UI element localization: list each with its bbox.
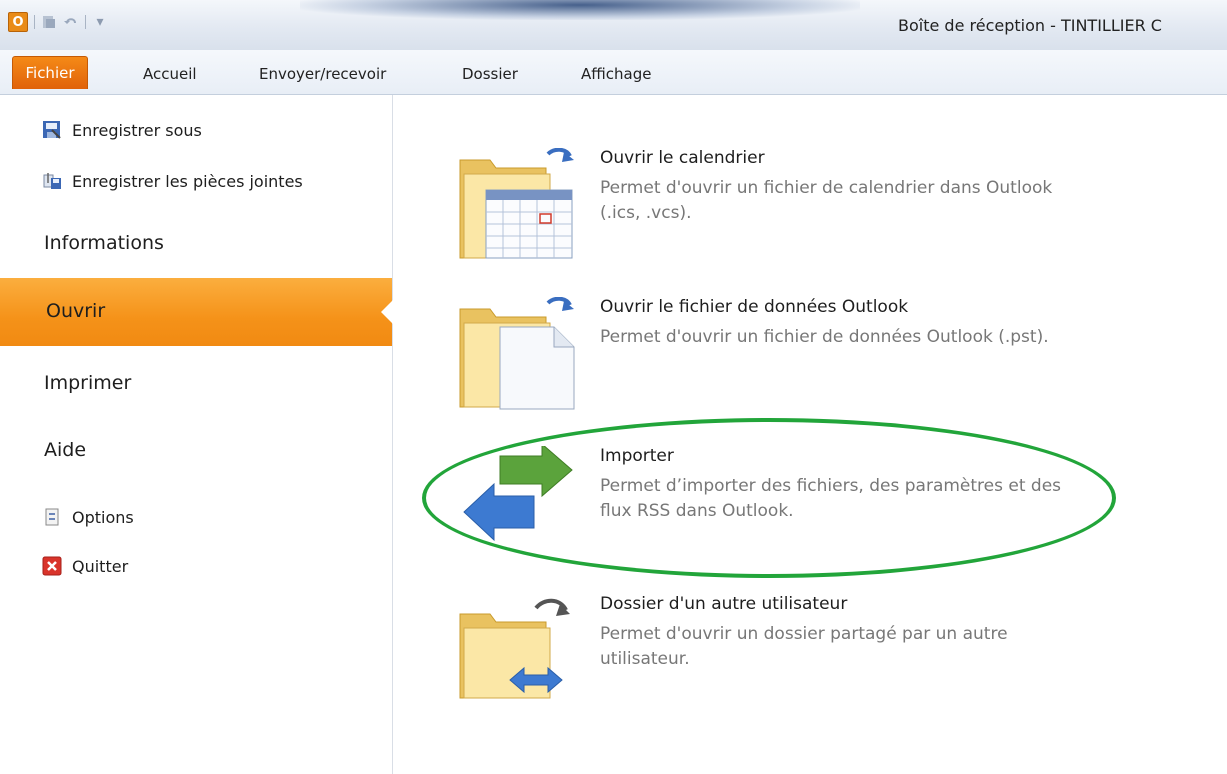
ribbon-tabs: Fichier Accueil Envoyer/recevoir Dossier… [0, 50, 1227, 95]
tab-affichage[interactable]: Affichage [577, 60, 655, 88]
save-attachments-label: Enregistrer les pièces jointes [72, 171, 303, 191]
tab-fichier[interactable]: Fichier [12, 56, 88, 89]
title-bar: O ▾ Boîte de réception - TINTILLIER C [0, 0, 1227, 50]
options-icon [42, 507, 62, 527]
customize-toolbar-icon[interactable]: ▾ [92, 14, 108, 30]
open-data-file-title: Ouvrir le fichier de données Outlook [600, 297, 909, 317]
other-user-folder-option[interactable]: Dossier d'un autre utilisateur Permet d'… [440, 594, 1140, 704]
open-calendar-description: Permet d'ouvrir un fichier de calendrier… [600, 178, 1053, 223]
quit-command[interactable]: Quitter [42, 554, 128, 578]
nav-aide[interactable]: Aide [44, 439, 86, 461]
nav-ouvrir-selected[interactable]: Ouvrir [0, 278, 393, 346]
save-as-command[interactable]: Enregistrer sous [42, 118, 202, 142]
open-calendar-title: Ouvrir le calendrier [600, 148, 765, 168]
other-user-folder-description: Permet d'ouvrir un dossier partagé par u… [600, 624, 1008, 669]
shared-folder-icon [450, 594, 590, 724]
options-command[interactable]: Options [42, 505, 134, 529]
window-title: Boîte de réception - TINTILLIER C [898, 16, 1162, 35]
calendar-folder-icon [450, 147, 590, 278]
nav-imprimer[interactable]: Imprimer [44, 372, 131, 394]
title-bar-glow [300, 0, 860, 20]
tab-envoyer-recevoir[interactable]: Envoyer/recevoir [255, 60, 390, 88]
data-file-folder-icon [450, 296, 590, 427]
open-data-file-option[interactable]: Ouvrir le fichier de données Outlook Per… [440, 296, 1140, 427]
nav-ouvrir-label: Ouvrir [46, 300, 106, 322]
toolbar-divider [85, 15, 86, 29]
nav-informations[interactable]: Informations [44, 232, 164, 254]
highlight-ellipse [422, 418, 1116, 578]
quick-access-toolbar: O ▾ [8, 12, 108, 32]
options-label: Options [72, 507, 134, 527]
quit-label: Quitter [72, 556, 129, 576]
save-as-label: Enregistrer sous [72, 120, 202, 140]
backstage-nav: Enregistrer sous Enregistrer les pièces … [0, 95, 393, 774]
outlook-app-icon[interactable]: O [8, 12, 28, 32]
send-receive-icon[interactable] [41, 14, 57, 30]
toolbar-divider [34, 15, 35, 29]
save-as-icon [42, 120, 62, 140]
tab-dossier[interactable]: Dossier [458, 60, 522, 88]
open-calendar-option[interactable]: Ouvrir le calendrier Permet d'ouvrir un … [440, 147, 1140, 278]
save-attachments-command[interactable]: Enregistrer les pièces jointes [42, 169, 303, 193]
selected-pointer [381, 300, 393, 324]
undo-icon[interactable] [63, 14, 79, 30]
open-data-file-description: Permet d'ouvrir un fichier de données Ou… [600, 327, 1049, 347]
close-icon [42, 556, 62, 576]
save-attachments-icon [42, 171, 62, 191]
other-user-folder-title: Dossier d'un autre utilisateur [600, 594, 848, 614]
tab-accueil[interactable]: Accueil [139, 60, 201, 88]
